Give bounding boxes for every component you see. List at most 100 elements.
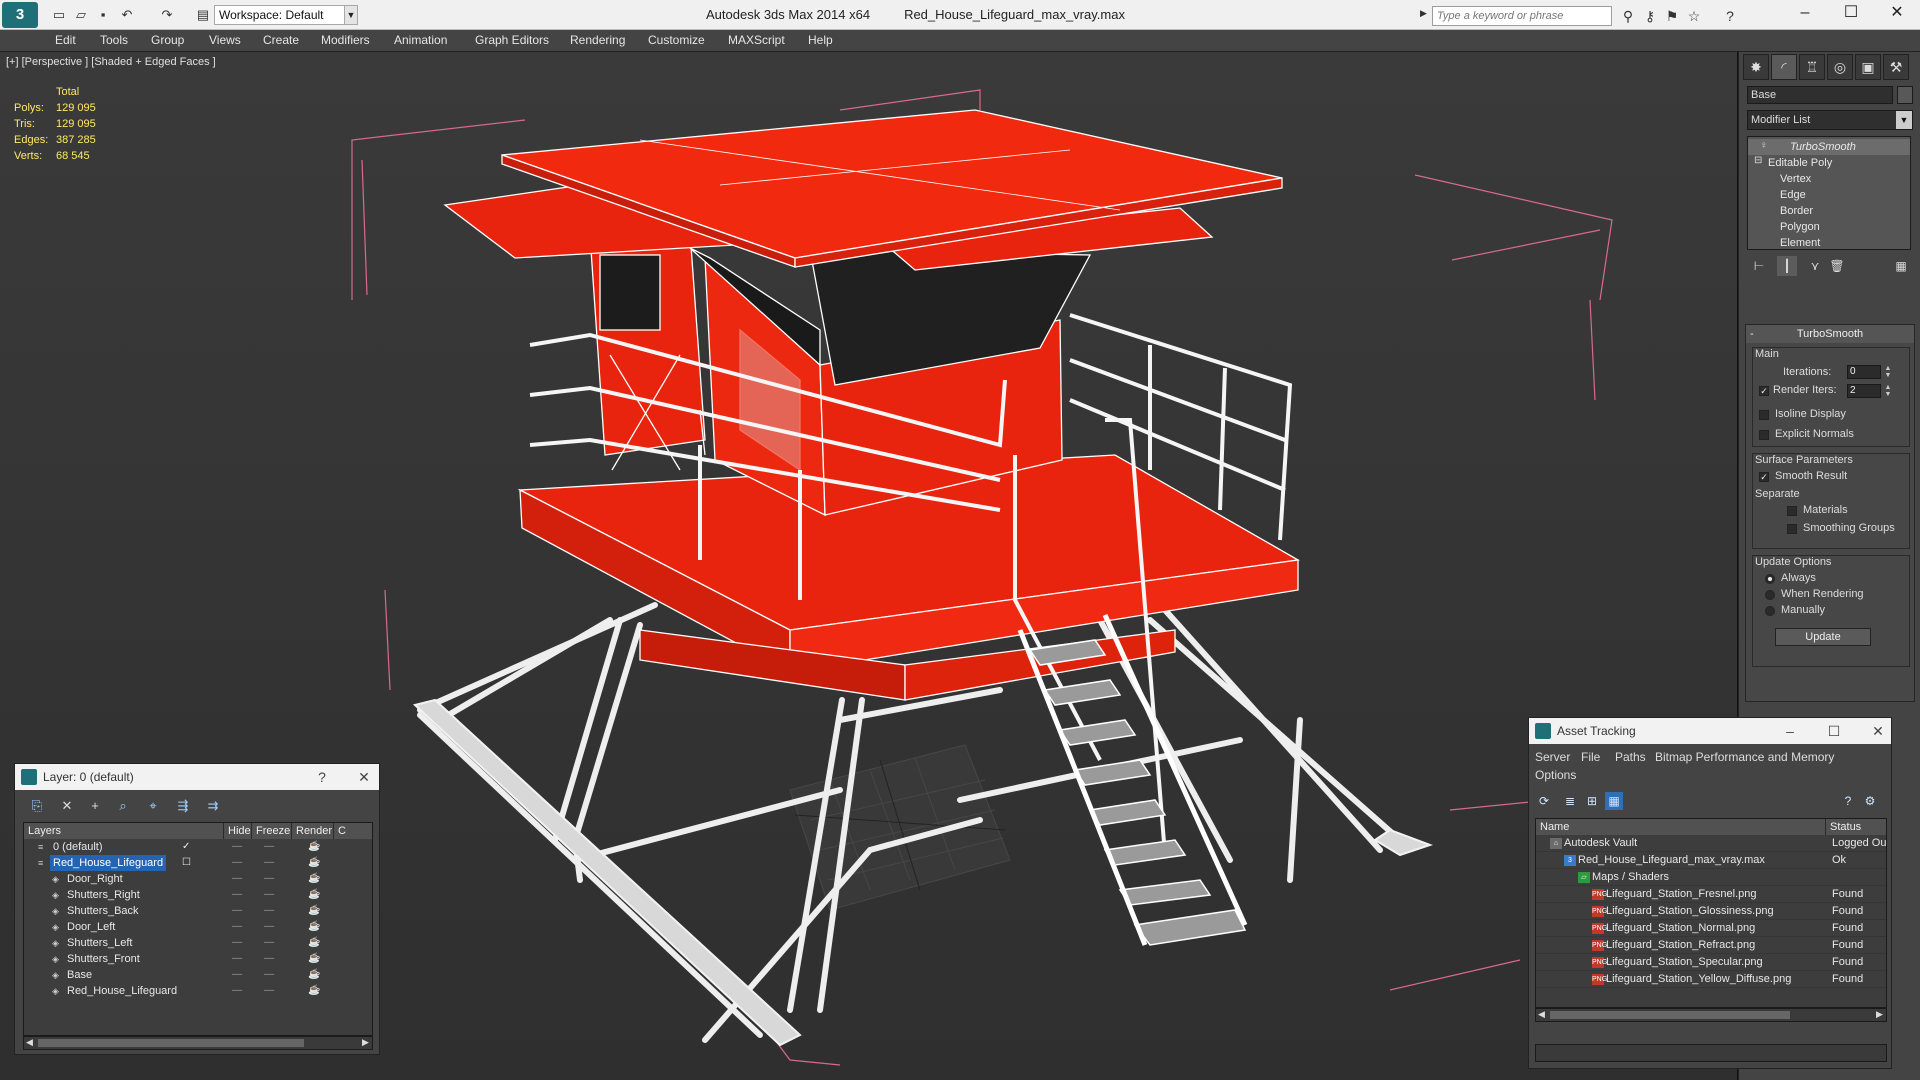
layer-row[interactable]: ◈ Shutters_Back — — ☕: [24, 903, 372, 919]
render-teapot-icon[interactable]: ☕: [308, 951, 320, 967]
asset-row[interactable]: ▱ Maps / Shaders: [1536, 869, 1886, 886]
undo-icon[interactable]: ↶: [118, 6, 136, 24]
minimize-icon[interactable]: –: [1775, 718, 1805, 744]
hide-all-layers-icon[interactable]: ⇉: [203, 796, 223, 816]
freeze-toggle[interactable]: —: [264, 871, 274, 887]
asset-row[interactable]: 3 Red_House_Lifeguard_max_vray.max Ok: [1536, 852, 1886, 869]
add-to-layer-icon[interactable]: +: [85, 796, 105, 816]
layer-row[interactable]: ≡ 0 (default) ✓ — — ☕: [24, 839, 372, 855]
select-objects-icon[interactable]: ⌕: [113, 796, 133, 816]
project-folder-icon[interactable]: ▤: [194, 6, 212, 24]
object-color-swatch[interactable]: [1897, 86, 1913, 104]
menu-maxscript[interactable]: MAXScript: [728, 33, 785, 47]
asset-menu-server[interactable]: Server: [1535, 750, 1570, 764]
asset-path-field[interactable]: [1535, 1044, 1887, 1062]
binoculars-icon[interactable]: ⚲: [1618, 6, 1638, 26]
table-view-icon[interactable]: ▦: [1605, 792, 1623, 810]
maximize-button[interactable]: ☐: [1828, 0, 1874, 28]
close-icon[interactable]: ✕: [349, 764, 379, 790]
open-file-icon[interactable]: ▱: [72, 6, 90, 24]
column-hide[interactable]: Hide: [224, 823, 252, 839]
stack-item-edge[interactable]: Edge: [1748, 187, 1910, 203]
freeze-toggle[interactable]: —: [264, 919, 274, 935]
new-file-icon[interactable]: ▭: [50, 6, 68, 24]
freeze-toggle[interactable]: —: [264, 855, 274, 871]
menu-modifiers[interactable]: Modifiers: [321, 33, 370, 47]
menu-edit[interactable]: Edit: [55, 33, 76, 47]
communication-center-icon[interactable]: ⚑: [1662, 6, 1682, 26]
stack-item-border[interactable]: Border: [1748, 203, 1910, 219]
redo-icon[interactable]: ↷: [158, 6, 176, 24]
hide-toggle[interactable]: —: [232, 871, 242, 887]
menu-views[interactable]: Views: [209, 33, 241, 47]
asset-menu-paths[interactable]: Paths: [1615, 750, 1646, 764]
workspace-dropdown[interactable]: Workspace: Default ▼: [214, 5, 358, 25]
delete-layer-icon[interactable]: ✕: [57, 796, 77, 816]
asset-menu-file[interactable]: File: [1581, 750, 1600, 764]
settings-icon[interactable]: ⚙: [1861, 792, 1879, 810]
search-expand-icon[interactable]: ▶: [1420, 8, 1427, 19]
set-current-layer-icon[interactable]: ⇶: [173, 796, 193, 816]
stack-item-vertex[interactable]: Vertex: [1748, 171, 1910, 187]
close-button[interactable]: ✕: [1874, 0, 1920, 28]
materials-checkbox[interactable]: [1787, 506, 1797, 516]
layer-row[interactable]: ◈ Red_House_Lifeguard — — ☕: [24, 983, 372, 999]
layer-row[interactable]: ◈ Shutters_Left — — ☕: [24, 935, 372, 951]
render-teapot-icon[interactable]: ☕: [308, 855, 320, 871]
set-current-box-icon[interactable]: ☐: [182, 855, 191, 871]
minimize-button[interactable]: –: [1782, 0, 1828, 28]
isoline-display-checkbox[interactable]: [1759, 410, 1769, 420]
search-input[interactable]: Type a keyword or phrase: [1432, 6, 1612, 26]
motion-tab-icon[interactable]: ◎: [1827, 54, 1853, 80]
hide-toggle[interactable]: —: [232, 887, 242, 903]
maximize-icon[interactable]: ☐: [1819, 718, 1849, 744]
menu-create[interactable]: Create: [263, 33, 299, 47]
hide-toggle[interactable]: —: [232, 839, 242, 855]
asset-row[interactable]: PNG Lifeguard_Station_Glossiness.png Found: [1536, 903, 1886, 920]
layer-row[interactable]: ◈ Shutters_Right — — ☕: [24, 887, 372, 903]
layer-row[interactable]: ◈ Shutters_Front — — ☕: [24, 951, 372, 967]
configure-modifier-sets-icon[interactable]: ▦: [1891, 256, 1911, 276]
column-render[interactable]: Render: [292, 823, 334, 839]
subscription-key-icon[interactable]: ⚷: [1640, 6, 1660, 26]
render-iters-spinner[interactable]: 2: [1847, 384, 1881, 398]
app-logo-icon[interactable]: 3: [2, 2, 38, 28]
column-color[interactable]: C: [334, 823, 372, 839]
layer-horizontal-scrollbar[interactable]: ◀ ▶: [23, 1036, 373, 1050]
create-layer-icon[interactable]: ⎘: [27, 796, 47, 816]
render-teapot-icon[interactable]: ☕: [308, 871, 320, 887]
asset-window-titlebar[interactable]: Asset Tracking – ☐ ✕: [1529, 718, 1891, 744]
render-teapot-icon[interactable]: ☕: [308, 935, 320, 951]
render-teapot-icon[interactable]: ☕: [308, 887, 320, 903]
display-tab-icon[interactable]: ▣: [1855, 54, 1881, 80]
asset-row[interactable]: PNG Lifeguard_Station_Refract.png Found: [1536, 937, 1886, 954]
list-view-icon[interactable]: ≣: [1561, 792, 1579, 810]
close-icon[interactable]: ✕: [1863, 718, 1893, 744]
stack-item-polygon[interactable]: Polygon: [1748, 219, 1910, 235]
asset-row[interactable]: PNG Lifeguard_Station_Yellow_Diffuse.png F…: [1536, 971, 1886, 988]
hide-toggle[interactable]: —: [232, 951, 242, 967]
favorites-star-icon[interactable]: ☆: [1684, 6, 1704, 26]
iterations-spinner[interactable]: 0: [1847, 365, 1881, 379]
column-freeze[interactable]: Freeze: [252, 823, 292, 839]
freeze-toggle[interactable]: —: [264, 903, 274, 919]
menu-tools[interactable]: Tools: [100, 33, 128, 47]
rollout-header[interactable]: - TurboSmooth: [1746, 325, 1914, 343]
workspace-menu-arrow[interactable]: ▼: [344, 5, 358, 25]
render-teapot-icon[interactable]: ☕: [308, 839, 320, 855]
modifier-list-dropdown[interactable]: Modifier List ▼: [1747, 110, 1913, 130]
scrollbar-thumb[interactable]: [38, 1039, 304, 1047]
make-unique-icon[interactable]: ⋎: [1805, 256, 1825, 276]
smoothing-groups-checkbox[interactable]: [1787, 524, 1797, 534]
menu-rendering[interactable]: Rendering: [570, 33, 625, 47]
freeze-toggle[interactable]: —: [264, 839, 274, 855]
layer-row[interactable]: ≡ Red_House_Lifeguard ☐ — — ☕: [24, 855, 372, 871]
layer-window-titlebar[interactable]: Layer: 0 (default) ? ✕: [15, 764, 379, 790]
layer-row[interactable]: ◈ Door_Right — — ☕: [24, 871, 372, 887]
scroll-right-icon[interactable]: ▶: [362, 1037, 369, 1048]
create-tab-icon[interactable]: ✸: [1743, 54, 1769, 80]
hide-toggle[interactable]: —: [232, 983, 242, 999]
viewport-label[interactable]: [+] [Perspective ] [Shaded + Edged Faces…: [6, 56, 216, 68]
freeze-toggle[interactable]: —: [264, 967, 274, 983]
utilities-tab-icon[interactable]: ⚒: [1883, 54, 1909, 80]
